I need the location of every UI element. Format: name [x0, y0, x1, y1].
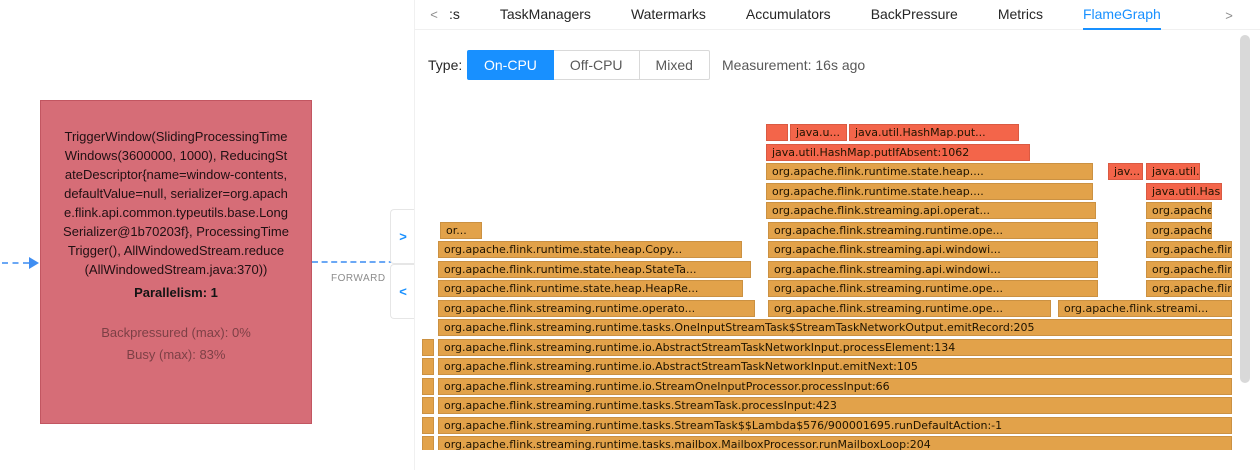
pane-expand-handle[interactable]: >	[390, 209, 415, 264]
tab-accumulators[interactable]: Accumulators	[746, 0, 831, 28]
flame-frame[interactable]: org.apache.flink.streaming.runtime.tasks…	[438, 417, 1232, 434]
flame-frame[interactable]: org.apache.flink.streaming.runtime.io.Ab…	[438, 358, 1232, 375]
edge-dash-left	[2, 262, 29, 264]
flame-frame[interactable]: org.apache.flink.runt...	[1146, 202, 1212, 219]
flame-frame[interactable]: org.apache.flink.streaming.api.operat...	[766, 202, 1096, 219]
edge-forward-label: FORWARD	[331, 273, 386, 284]
flame-frame[interactable]: org.apache.flink.strea...	[1146, 261, 1232, 278]
tabs-scroll-right-icon[interactable]: >	[1220, 0, 1238, 30]
flame-frame[interactable]: java.u...	[790, 124, 847, 141]
flink-ui-screen: TriggerWindow(SlidingProcessingTimeWindo…	[0, 0, 1260, 470]
tab-list: :s TaskManagers Watermarks Accumulators Back…	[449, 0, 1161, 29]
flame-frame[interactable]: java.util.HashMap.put...	[849, 124, 1019, 141]
flame-frame[interactable]: org.apache.flink.streaming.runtime.ope..…	[768, 280, 1098, 297]
flame-frame[interactable]	[766, 124, 788, 141]
type-option-off-cpu[interactable]: Off-CPU	[553, 50, 640, 80]
busy-value: Busy (max): 83%	[63, 344, 289, 366]
scrollbar-thumb[interactable]	[1240, 35, 1250, 383]
type-radio-group: On-CPUOff-CPUMixed	[467, 50, 710, 80]
flame-frame[interactable]: org.apache.flink.runtime.state.heap....	[766, 163, 1093, 180]
flame-frame[interactable]: org.apache.flink.streaming.runtime.io.St…	[438, 378, 1232, 395]
tab-backpressure[interactable]: BackPressure	[871, 0, 958, 28]
flame-frame[interactable]: org.apache.flink.streaming.runtime.ope..…	[768, 300, 1051, 317]
flamegraph: java.u...java.util.HashMap.put... java.ut…	[420, 124, 1234, 450]
flame-frame[interactable]: org.apache.flink.runtime.state.heap.Copy…	[438, 241, 742, 258]
backpressured-value: Backpressured (max): 0%	[63, 322, 289, 344]
tab-metrics[interactable]: Metrics	[998, 0, 1043, 28]
flame-frame[interactable]: org.apache.flink.strea...	[1146, 241, 1232, 258]
scrollbar-track[interactable]	[1239, 31, 1251, 470]
type-label: Type:	[428, 50, 462, 80]
tab-taskmanagers[interactable]: TaskManagers	[500, 0, 591, 28]
type-option-mixed[interactable]: Mixed	[639, 50, 710, 80]
flame-frame[interactable]	[422, 397, 434, 414]
flame-frame[interactable]	[422, 378, 434, 395]
flame-frame[interactable]: org.apache.flink.streaming.api.windowi..…	[768, 241, 1098, 258]
tab--s[interactable]: :s	[449, 0, 460, 28]
flame-frame[interactable]: org.apache.flink.runtime.state.heap.Stat…	[438, 261, 751, 278]
flame-frame[interactable]	[422, 358, 434, 375]
pane-collapse-handle[interactable]: <	[390, 264, 415, 319]
job-vertex-metrics: Backpressured (max): 0% Busy (max): 83%	[63, 322, 289, 366]
flame-frame[interactable]: java.util.Ha...	[1146, 163, 1200, 180]
flame-frame[interactable]	[422, 339, 434, 356]
flame-frame[interactable]: java.util.HashMap.putIfAbsent:1062	[766, 144, 1030, 161]
measurement-text: Measurement: 16s ago	[722, 50, 865, 80]
chevron-right-icon: >	[399, 229, 407, 244]
flame-frame[interactable]: org.apache.flink.runtime.state.heap....	[766, 183, 1093, 200]
flame-frame[interactable]: jav...	[1108, 163, 1143, 180]
flame-frame[interactable]: org.apache.flink.runtime.state.heap.Heap…	[438, 280, 743, 297]
flame-frame[interactable]: org.apache.flink.streaming.runtime.ope..…	[768, 222, 1098, 239]
flame-frame[interactable]: or...	[440, 222, 482, 239]
flame-frame[interactable]: org.apache.flink.streaming.api.windowi..…	[768, 261, 1098, 278]
flame-frame[interactable]: org.apache.flink.streaming.runtime.tasks…	[438, 319, 1232, 336]
detail-tabbar: < :s TaskManagers Watermarks Accumulators Ba…	[415, 0, 1260, 30]
flame-frame[interactable]: org.apache.flink.strea...	[1146, 280, 1232, 297]
pane-divider[interactable]	[414, 0, 415, 470]
flame-frame[interactable]	[422, 436, 434, 450]
job-vertex-name: TriggerWindow(SlidingProcessingTimeWindo…	[63, 127, 289, 279]
flame-frame[interactable]: org.apache.flink.streaming.runtime.io.Ab…	[438, 339, 1232, 356]
flame-frame[interactable]: org.apache.flink.streaming.runtime.tasks…	[438, 436, 1232, 450]
chevron-left-icon: <	[399, 284, 407, 299]
flame-frame[interactable]: org.apache.flink.streami...	[1058, 300, 1232, 317]
job-vertex-parallelism: Parallelism: 1	[63, 285, 289, 300]
edge-arrowhead-icon	[29, 257, 39, 269]
flame-frame[interactable]: org.apache.flink.streaming.runtime.opera…	[438, 300, 755, 317]
tab-flamegraph[interactable]: FlameGraph	[1083, 0, 1161, 30]
tabs-scroll-left-icon[interactable]: <	[425, 0, 443, 29]
type-option-on-cpu[interactable]: On-CPU	[467, 50, 554, 80]
job-vertex-node[interactable]: TriggerWindow(SlidingProcessingTimeWindo…	[40, 100, 312, 424]
flame-frame[interactable]: org.apache.flink.streaming.runtime.tasks…	[438, 397, 1232, 414]
flame-frame[interactable]: java.util.HashMap.pu...	[1146, 183, 1222, 200]
flame-frame[interactable]	[422, 417, 434, 434]
flame-frame[interactable]: org.apache.flink.runt...	[1146, 222, 1212, 239]
tab-watermarks[interactable]: Watermarks	[631, 0, 706, 28]
